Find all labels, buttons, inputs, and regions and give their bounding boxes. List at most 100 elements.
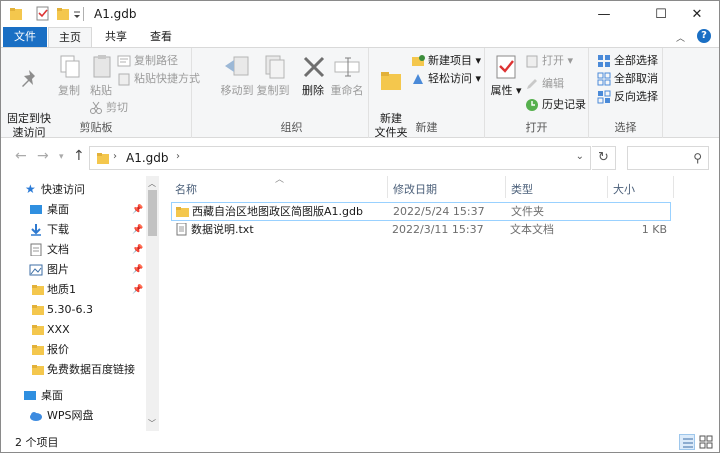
invert-selection-button[interactable]: 反向选择 bbox=[597, 88, 658, 106]
tab-share[interactable]: 共享 bbox=[96, 27, 136, 47]
scroll-down-icon[interactable]: ﹀ bbox=[148, 418, 156, 429]
select-none-button[interactable]: 全部取消 bbox=[597, 70, 658, 88]
pin-icon[interactable]: 📌 bbox=[132, 280, 143, 300]
edit-icon bbox=[527, 79, 537, 89]
address-path[interactable]: A1.gdb bbox=[126, 151, 169, 165]
recent-locations-icon[interactable]: ▾ bbox=[59, 152, 64, 162]
pin-icon[interactable]: 📌 bbox=[132, 220, 143, 240]
pin-icon[interactable]: 📌 bbox=[132, 240, 143, 260]
easy-access-button[interactable]: 轻松访问 ▾ bbox=[411, 70, 481, 88]
nav-item-label: 下载 bbox=[47, 223, 69, 236]
paste-shortcut-button[interactable]: 粘贴快捷方式 bbox=[117, 70, 200, 88]
invert-selection-label: 反向选择 bbox=[614, 90, 658, 103]
file-name[interactable]: 西藏自治区地图政区简图版A1.gdb bbox=[192, 203, 363, 221]
ribbon-tabs: 文件 主页 共享 查看 ︿ ? bbox=[1, 27, 719, 48]
column-type[interactable]: 类型 bbox=[511, 180, 533, 200]
help-icon[interactable]: ? bbox=[697, 29, 711, 43]
nav-quick-access[interactable]: ★ 快速访问 bbox=[1, 180, 146, 200]
tab-home[interactable]: 主页 bbox=[48, 27, 92, 48]
address-bar[interactable]: › A1.gdb › ⌄ bbox=[89, 146, 591, 170]
refresh-button[interactable]: ↻ bbox=[592, 146, 616, 170]
column-separator[interactable] bbox=[607, 176, 608, 198]
cut-button[interactable]: 剪切 bbox=[89, 99, 128, 117]
properties-quick-icon[interactable] bbox=[36, 6, 50, 22]
nav-quick-access-label: 快速访问 bbox=[41, 183, 85, 196]
new-group: 新建 文件夹 新建项目 ▾ 轻松访问 ▾ 新建 bbox=[369, 48, 485, 139]
address-dropdown-icon[interactable]: ⌄ bbox=[576, 151, 584, 162]
ribbon: 固定到快 速访问 复制 粘贴 复制路径 粘贴快捷方式 剪切 剪贴板 移动到 复制… bbox=[1, 47, 719, 139]
select-none-label: 全部取消 bbox=[614, 72, 658, 85]
copy-button[interactable]: 复制 bbox=[55, 52, 83, 98]
column-separator[interactable] bbox=[505, 176, 506, 198]
edit-label: 编辑 bbox=[542, 77, 564, 90]
picture-icon bbox=[29, 264, 43, 276]
nav-item[interactable]: 下载 📌 bbox=[1, 220, 146, 240]
move-to-button[interactable]: 移动到 bbox=[219, 52, 255, 98]
folder-icon bbox=[176, 207, 189, 217]
sort-indicator-icon: ︿ bbox=[275, 175, 285, 185]
new-folder-icon bbox=[381, 72, 401, 90]
nav-item[interactable]: XXX bbox=[1, 320, 146, 340]
tab-file[interactable]: 文件 bbox=[3, 27, 47, 47]
copy-path-button[interactable]: 复制路径 bbox=[117, 52, 178, 70]
edit-button[interactable]: 编辑 bbox=[525, 75, 564, 93]
nav-item[interactable]: 报价 bbox=[1, 340, 146, 360]
navigation-pane: ★ 快速访问 桌面 📌 下载 📌 文档 📌 图片 📌 地质1 📌 5.30-6.3 XXX 报价 免费数据… bbox=[1, 176, 159, 431]
column-separator[interactable] bbox=[387, 176, 388, 198]
column-separator[interactable] bbox=[673, 176, 674, 198]
column-name[interactable]: 名称 bbox=[175, 180, 197, 200]
tab-view[interactable]: 查看 bbox=[141, 27, 181, 47]
forward-arrow-icon[interactable]: → bbox=[37, 148, 49, 164]
nav-scroll-thumb[interactable] bbox=[148, 190, 157, 236]
nav-item[interactable]: 文档 📌 bbox=[1, 240, 146, 260]
nav-desktop-root[interactable]: 桌面 bbox=[1, 386, 146, 406]
nav-item[interactable]: 5.30-6.3 bbox=[1, 300, 146, 320]
nav-wps-drive[interactable]: WPS网盘 bbox=[1, 406, 146, 426]
nav-item[interactable]: 地质1 📌 bbox=[1, 280, 146, 300]
minimize-button[interactable]: — bbox=[581, 1, 627, 27]
clipboard-group-label: 剪贴板 bbox=[79, 121, 113, 134]
details-view-icon[interactable] bbox=[679, 434, 695, 450]
delete-button[interactable]: 删除 bbox=[299, 52, 327, 98]
folder-icon bbox=[10, 8, 22, 20]
collapse-ribbon-icon[interactable]: ︿ bbox=[676, 31, 685, 44]
new-folder-quick-icon[interactable] bbox=[56, 6, 70, 22]
file-row[interactable]: 数据说明.txt 2022/3/11 15:37 文本文档 1 KB bbox=[171, 221, 671, 240]
breadcrumb-separator-icon[interactable]: › bbox=[113, 151, 117, 162]
column-modified[interactable]: 修改日期 bbox=[393, 180, 437, 200]
pin-icon[interactable]: 📌 bbox=[132, 200, 143, 220]
file-type: 文本文档 bbox=[510, 223, 554, 236]
nav-item[interactable]: 图片 📌 bbox=[1, 260, 146, 280]
folder-icon bbox=[97, 153, 109, 164]
file-name[interactable]: 数据说明.txt bbox=[191, 221, 254, 239]
copy-to-button[interactable]: 复制到 bbox=[255, 52, 291, 98]
new-item-button[interactable]: 新建项目 ▾ bbox=[411, 52, 481, 70]
pin-icon bbox=[22, 70, 35, 87]
invert-selection-icon bbox=[597, 90, 611, 104]
breadcrumb-chevron-icon[interactable]: › bbox=[176, 151, 180, 162]
file-row[interactable]: 西藏自治区地图政区简图版A1.gdb 2022/5/24 15:37 文件夹 bbox=[171, 202, 671, 221]
customize-toolbar-icon[interactable] bbox=[73, 6, 81, 22]
nav-item[interactable]: 桌面 📌 bbox=[1, 200, 146, 220]
history-button[interactable]: 历史记录 bbox=[525, 96, 586, 114]
properties-button[interactable]: 属性 ▾ bbox=[489, 52, 523, 98]
column-size[interactable]: 大小 bbox=[613, 180, 635, 200]
large-icons-view-icon[interactable] bbox=[698, 434, 714, 450]
rename-button[interactable]: 重命名 bbox=[329, 52, 365, 98]
copy-to-label: 复制到 bbox=[256, 84, 290, 97]
scroll-up-icon[interactable]: ︿ bbox=[148, 178, 156, 189]
close-button[interactable]: ✕ bbox=[674, 1, 719, 27]
back-arrow-icon[interactable]: ← bbox=[15, 148, 27, 164]
up-arrow-icon[interactable]: ↑ bbox=[73, 148, 85, 164]
nav-desktop-root-label: 桌面 bbox=[41, 389, 63, 402]
rename-label: 重命名 bbox=[330, 84, 364, 97]
pin-icon[interactable]: 📌 bbox=[132, 260, 143, 280]
select-all-button[interactable]: 全部选择 bbox=[597, 52, 658, 70]
open-button[interactable]: 打开 ▾ bbox=[525, 52, 573, 70]
nav-item[interactable]: 免费数据百度链接 bbox=[1, 360, 146, 380]
nav-scrollbar[interactable]: ︿ ﹀ bbox=[146, 176, 159, 431]
organize-group: 移动到 复制到 删除 重命名 组织 bbox=[215, 48, 369, 138]
paste-button[interactable]: 粘贴 bbox=[87, 52, 115, 98]
search-input[interactable]: ⚲ bbox=[627, 146, 709, 170]
folder-icon bbox=[32, 345, 44, 355]
